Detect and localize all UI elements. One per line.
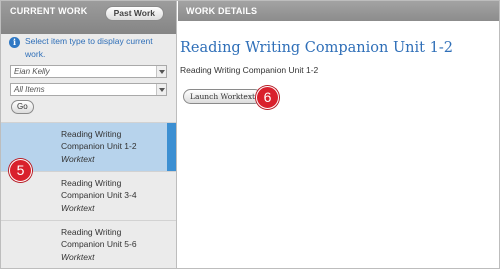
info-icon: i <box>9 37 20 48</box>
launch-worktext-button[interactable]: Launch Worktext <box>183 89 263 104</box>
list-item-title: Reading Writing Companion Unit 3-4 <box>61 178 137 200</box>
chevron-down-icon <box>156 84 166 95</box>
current-work-panel: CURRENT WORK Past Work i Select item typ… <box>1 1 177 268</box>
chevron-down-icon <box>156 66 166 77</box>
callout-badge-6: 6 <box>256 86 279 109</box>
work-subtitle: Reading Writing Companion Unit 1-2 <box>180 65 319 75</box>
work-details-body: Reading Writing Companion Unit 1-2 Readi… <box>180 1 497 268</box>
work-title: Reading Writing Companion Unit 1-2 <box>180 40 453 56</box>
work-details-panel: WORK DETAILS Reading Writing Companion U… <box>178 1 499 268</box>
list-item[interactable]: Reading Writing Companion Unit 5-6 Workt… <box>1 220 176 268</box>
info-text: Select item type to display current work… <box>25 36 153 59</box>
list-item-type: Worktext <box>61 252 95 262</box>
go-button[interactable]: Go <box>11 100 34 114</box>
student-select[interactable]: Eian Kelly <box>10 65 167 78</box>
list-item-title: Reading Writing Companion Unit 1-2 <box>61 129 137 151</box>
selected-indicator <box>167 123 176 171</box>
item-type-select-value: All Items <box>14 85 45 94</box>
current-work-title: CURRENT WORK <box>10 6 88 16</box>
current-work-header: CURRENT WORK Past Work <box>1 1 176 34</box>
list-item-title: Reading Writing Companion Unit 5-6 <box>61 227 137 249</box>
past-work-button[interactable]: Past Work <box>104 6 164 21</box>
work-list: Reading Writing Companion Unit 1-2 Workt… <box>1 122 176 268</box>
list-item-type: Worktext <box>61 154 95 164</box>
item-type-select[interactable]: All Items <box>10 83 167 96</box>
callout-badge-5: 5 <box>9 159 32 182</box>
info-message: i Select item type to display current wo… <box>9 35 169 61</box>
student-select-value: Eian Kelly <box>14 67 50 76</box>
list-item-type: Worktext <box>61 203 95 213</box>
